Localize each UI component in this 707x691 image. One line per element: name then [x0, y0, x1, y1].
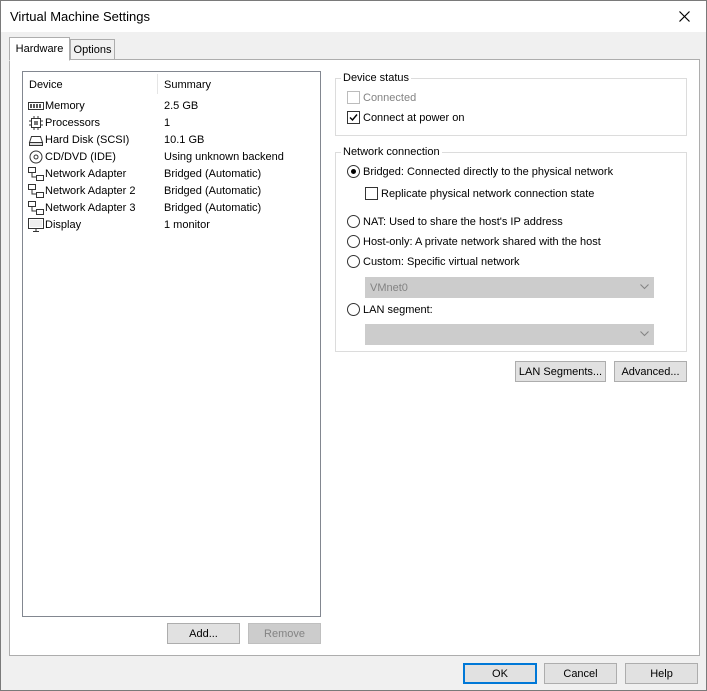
device-summary: 2.5 GB	[164, 100, 199, 112]
ok-button-label: OK	[492, 667, 508, 680]
lan-segment-radio[interactable]	[347, 303, 360, 316]
device-summary: 1	[164, 117, 171, 129]
radio-selected-dot	[351, 169, 356, 174]
device-row-network-adapter-2[interactable]: Network Adapter 2 Bridged (Automatic)	[23, 183, 320, 200]
device-row-memory[interactable]: Memory 2.5 GB	[23, 98, 320, 115]
hard-disk-icon	[28, 136, 44, 146]
advanced-button[interactable]: Advanced...	[614, 361, 687, 382]
hardware-panel: Device Summary Memory 2.5 GB Processors …	[9, 59, 700, 656]
device-row-display[interactable]: Display 1 monitor	[23, 217, 320, 234]
host-only-label: Host-only: A private network shared with…	[363, 236, 601, 248]
device-summary: 1 monitor	[164, 219, 210, 231]
lan-segments-button[interactable]: LAN Segments...	[515, 361, 606, 382]
cancel-button[interactable]: Cancel	[544, 663, 617, 684]
remove-device-button[interactable]: Remove	[248, 623, 321, 644]
device-name: Memory	[45, 100, 85, 112]
title-bar: Virtual Machine Settings	[1, 1, 706, 32]
dialog-footer: OK Cancel Help	[1, 657, 706, 691]
connect-at-power-on-label: Connect at power on	[363, 112, 465, 124]
device-list[interactable]: Device Summary Memory 2.5 GB Processors …	[22, 71, 321, 617]
device-summary: Bridged (Automatic)	[164, 202, 262, 214]
device-row-cd-dvd[interactable]: CD/DVD (IDE) Using unknown backend	[23, 149, 320, 166]
column-divider[interactable]	[157, 74, 158, 94]
close-button[interactable]	[662, 1, 706, 32]
nat-radio[interactable]	[347, 215, 360, 228]
host-only-radio[interactable]	[347, 235, 360, 248]
network-connection-group: Network connection Bridged: Connected di…	[335, 146, 687, 352]
summary-column-header[interactable]: Summary	[164, 79, 211, 91]
device-summary: Using unknown backend	[164, 151, 284, 163]
help-button[interactable]: Help	[625, 663, 698, 684]
help-button-label: Help	[650, 667, 673, 680]
device-status-legend: Device status	[341, 72, 412, 84]
replicate-state-checkbox[interactable]	[365, 187, 378, 200]
bridged-label: Bridged: Connected directly to the physi…	[363, 166, 614, 178]
device-name: Network Adapter 2	[45, 185, 136, 197]
device-column-header[interactable]: Device	[29, 79, 63, 91]
device-name: Display	[45, 219, 82, 231]
cd-dvd-icon	[29, 150, 43, 164]
close-icon	[678, 11, 690, 22]
chevron-down-icon	[640, 284, 649, 290]
device-row-hard-disk[interactable]: Hard Disk (SCSI) 10.1 GB	[23, 132, 320, 149]
device-name: Network Adapter 3	[45, 202, 136, 214]
advanced-button-label: Advanced...	[621, 365, 680, 378]
tab-hardware[interactable]: Hardware	[9, 37, 70, 61]
tab-options[interactable]: Options	[70, 39, 115, 60]
device-name: Network Adapter	[45, 168, 127, 180]
network-connection-legend: Network connection	[341, 146, 442, 158]
chevron-down-icon	[640, 331, 649, 337]
connected-label: Connected	[363, 92, 417, 104]
device-name: Processors	[45, 117, 101, 129]
device-status-group: Device status Connected Connect at power…	[335, 72, 687, 136]
device-row-processors[interactable]: Processors 1	[23, 115, 320, 132]
custom-label: Custom: Specific virtual network	[363, 256, 520, 268]
tab-options-label: Options	[73, 43, 112, 56]
replicate-state-label: Replicate physical network connection st…	[381, 188, 595, 200]
device-summary: 10.1 GB	[164, 134, 205, 146]
connect-at-power-on-checkbox[interactable]	[347, 111, 360, 124]
custom-network-value: VMnet0	[370, 282, 408, 294]
connected-checkbox[interactable]	[347, 91, 360, 104]
device-row-network-adapter-3[interactable]: Network Adapter 3 Bridged (Automatic)	[23, 200, 320, 217]
remove-device-button-label: Remove	[264, 627, 305, 640]
processor-icon	[29, 116, 43, 130]
network-adapter-icon	[28, 201, 44, 215]
bridged-radio[interactable]	[347, 165, 360, 178]
device-row-network-adapter[interactable]: Network Adapter Bridged (Automatic)	[23, 166, 320, 183]
custom-radio[interactable]	[347, 255, 360, 268]
device-summary: Bridged (Automatic)	[164, 185, 262, 197]
ok-button[interactable]: OK	[463, 663, 537, 684]
tab-hardware-label: Hardware	[15, 43, 64, 55]
device-name: CD/DVD (IDE)	[45, 151, 116, 163]
device-list-header: Device Summary	[23, 72, 320, 94]
custom-network-select[interactable]: VMnet0	[365, 277, 654, 298]
device-name: Hard Disk (SCSI)	[45, 134, 130, 146]
add-device-button-label: Add...	[189, 627, 218, 640]
vm-settings-window: Virtual Machine Settings Hardware Option…	[0, 0, 707, 691]
cancel-button-label: Cancel	[563, 667, 598, 680]
nat-label: NAT: Used to share the host's IP address	[363, 216, 563, 228]
network-adapter-icon	[28, 167, 44, 181]
device-summary: Bridged (Automatic)	[164, 168, 262, 180]
lan-segment-select[interactable]	[365, 324, 654, 345]
add-device-button[interactable]: Add...	[167, 623, 240, 644]
memory-icon	[28, 102, 44, 110]
lan-segment-label: LAN segment:	[363, 304, 433, 316]
network-adapter-icon	[28, 184, 44, 198]
lan-segments-button-label: LAN Segments...	[518, 365, 603, 378]
display-icon	[28, 218, 44, 232]
checkmark-icon	[349, 114, 358, 122]
window-title: Virtual Machine Settings	[10, 9, 150, 24]
